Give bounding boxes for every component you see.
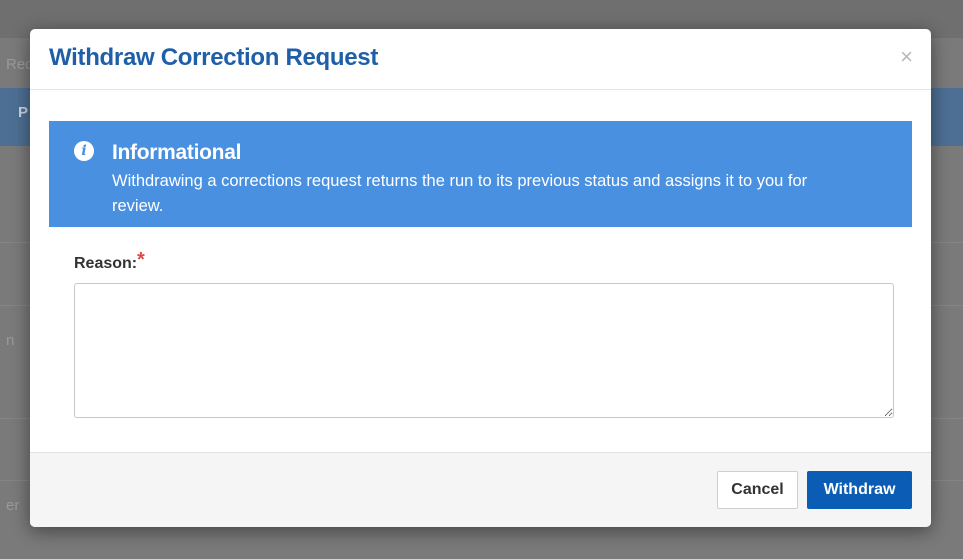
background-text: P (18, 104, 29, 121)
cancel-button[interactable]: Cancel (717, 471, 798, 509)
withdraw-correction-modal: Withdraw Correction Request × i Informat… (30, 29, 931, 527)
required-marker: * (137, 249, 145, 271)
info-circle-icon: i (74, 141, 94, 161)
background-text: er (6, 497, 20, 514)
reason-label: Reason: (74, 255, 138, 272)
withdraw-button[interactable]: Withdraw (807, 471, 912, 509)
modal-header: Withdraw Correction Request × (30, 29, 931, 90)
info-alert-text: Withdrawing a corrections request return… (112, 172, 808, 215)
info-alert-title: Informational (112, 141, 242, 164)
modal-footer: Cancel Withdraw (30, 452, 931, 527)
modal-title: Withdraw Correction Request (49, 44, 379, 71)
background-text: n (6, 332, 15, 349)
info-alert: i Informational Withdrawing a correction… (49, 121, 912, 227)
reason-textarea[interactable] (74, 283, 894, 418)
close-icon[interactable]: × (900, 43, 913, 71)
